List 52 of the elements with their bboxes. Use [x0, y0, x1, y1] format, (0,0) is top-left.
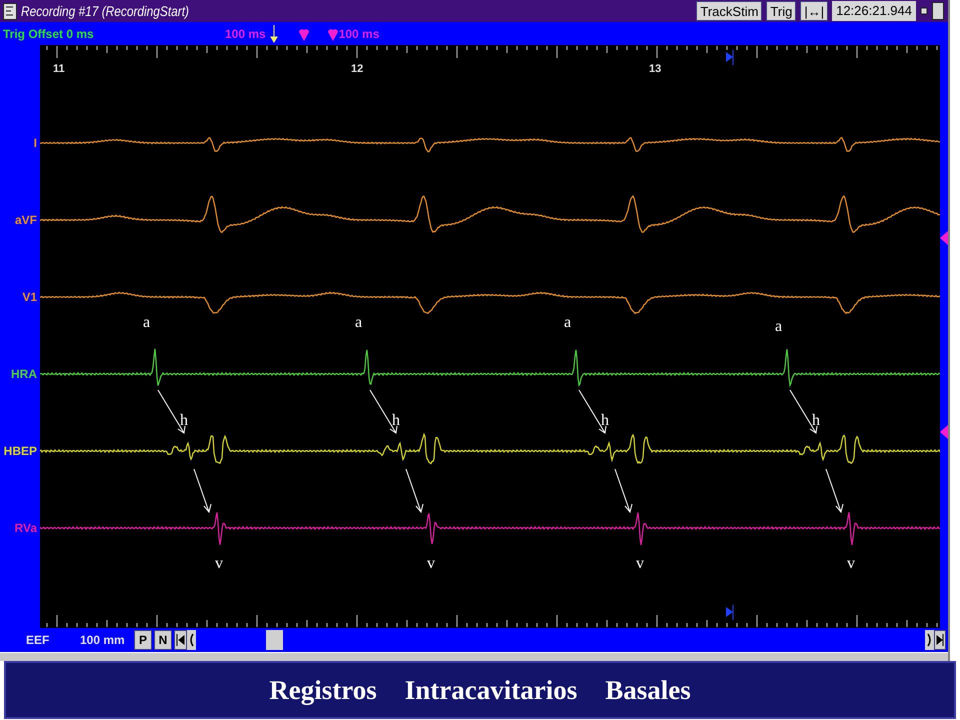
nav-button[interactable]: N: [154, 630, 172, 650]
marker-line: [726, 50, 734, 66]
time-label: 12: [351, 63, 364, 75]
trig-offset-label: Trig Offset 0 ms: [2, 26, 95, 40]
leader-line: [406, 468, 424, 514]
span-button[interactable]: |↔|: [800, 1, 828, 21]
heart-icon: [326, 26, 339, 40]
app-icon: [3, 2, 17, 20]
track-stim-button[interactable]: TrackStim: [696, 1, 762, 21]
cursor-arrow-icon: [270, 24, 278, 42]
ventricular-label: v: [847, 555, 855, 572]
caption-word: Intracavitarios: [404, 674, 578, 706]
marker-line: [726, 604, 734, 620]
atrial-label: a: [143, 314, 150, 331]
atrial-label: a: [564, 314, 572, 331]
channel-label: HBEP: [4, 444, 37, 458]
first-page-icon[interactable]: [174, 630, 187, 650]
minimize-icon[interactable]: [920, 7, 928, 15]
last-page-icon[interactable]: [934, 630, 946, 650]
leader-line: [614, 468, 632, 514]
pre-interval-label: 100 ms: [225, 26, 266, 40]
time-label: 13: [649, 63, 662, 75]
channel-label: RVa: [14, 521, 37, 535]
scroll-right-icon[interactable]: [925, 630, 934, 650]
his-label: h: [392, 412, 400, 429]
his-label: h: [812, 412, 820, 429]
channel-label: aVF: [14, 213, 37, 227]
maximize-icon[interactable]: [932, 2, 944, 20]
leader-line: [194, 468, 212, 514]
channel-label: V1: [22, 290, 37, 304]
his-label: h: [180, 412, 188, 429]
post-interval-label: 100 ms: [338, 26, 380, 40]
caption-word: Registros: [269, 674, 377, 706]
atrial-label: a: [355, 314, 362, 331]
speed-label: 100 mm: [80, 633, 126, 647]
heart-icon: [298, 26, 310, 40]
ventricular-label: v: [215, 555, 223, 572]
ventricular-label: v: [636, 555, 644, 572]
channel-label: HRA: [11, 367, 37, 381]
caption-word: Basales: [605, 674, 691, 706]
channel-label: I: [34, 136, 37, 150]
time-label: 11: [53, 63, 65, 75]
his-label: h: [601, 412, 609, 429]
leader-line: [826, 468, 844, 514]
window-title: Recording #17 (RecordingStart): [21, 3, 190, 19]
scroll-left-icon[interactable]: [187, 630, 196, 650]
trig-button[interactable]: Trig: [766, 1, 796, 21]
atrial-label: a: [775, 318, 782, 335]
channel-name: EEF: [25, 633, 50, 647]
ventricular-label: v: [427, 555, 435, 572]
clock-time: 12:26:21.944: [832, 1, 916, 21]
nav-button[interactable]: P: [134, 630, 152, 650]
